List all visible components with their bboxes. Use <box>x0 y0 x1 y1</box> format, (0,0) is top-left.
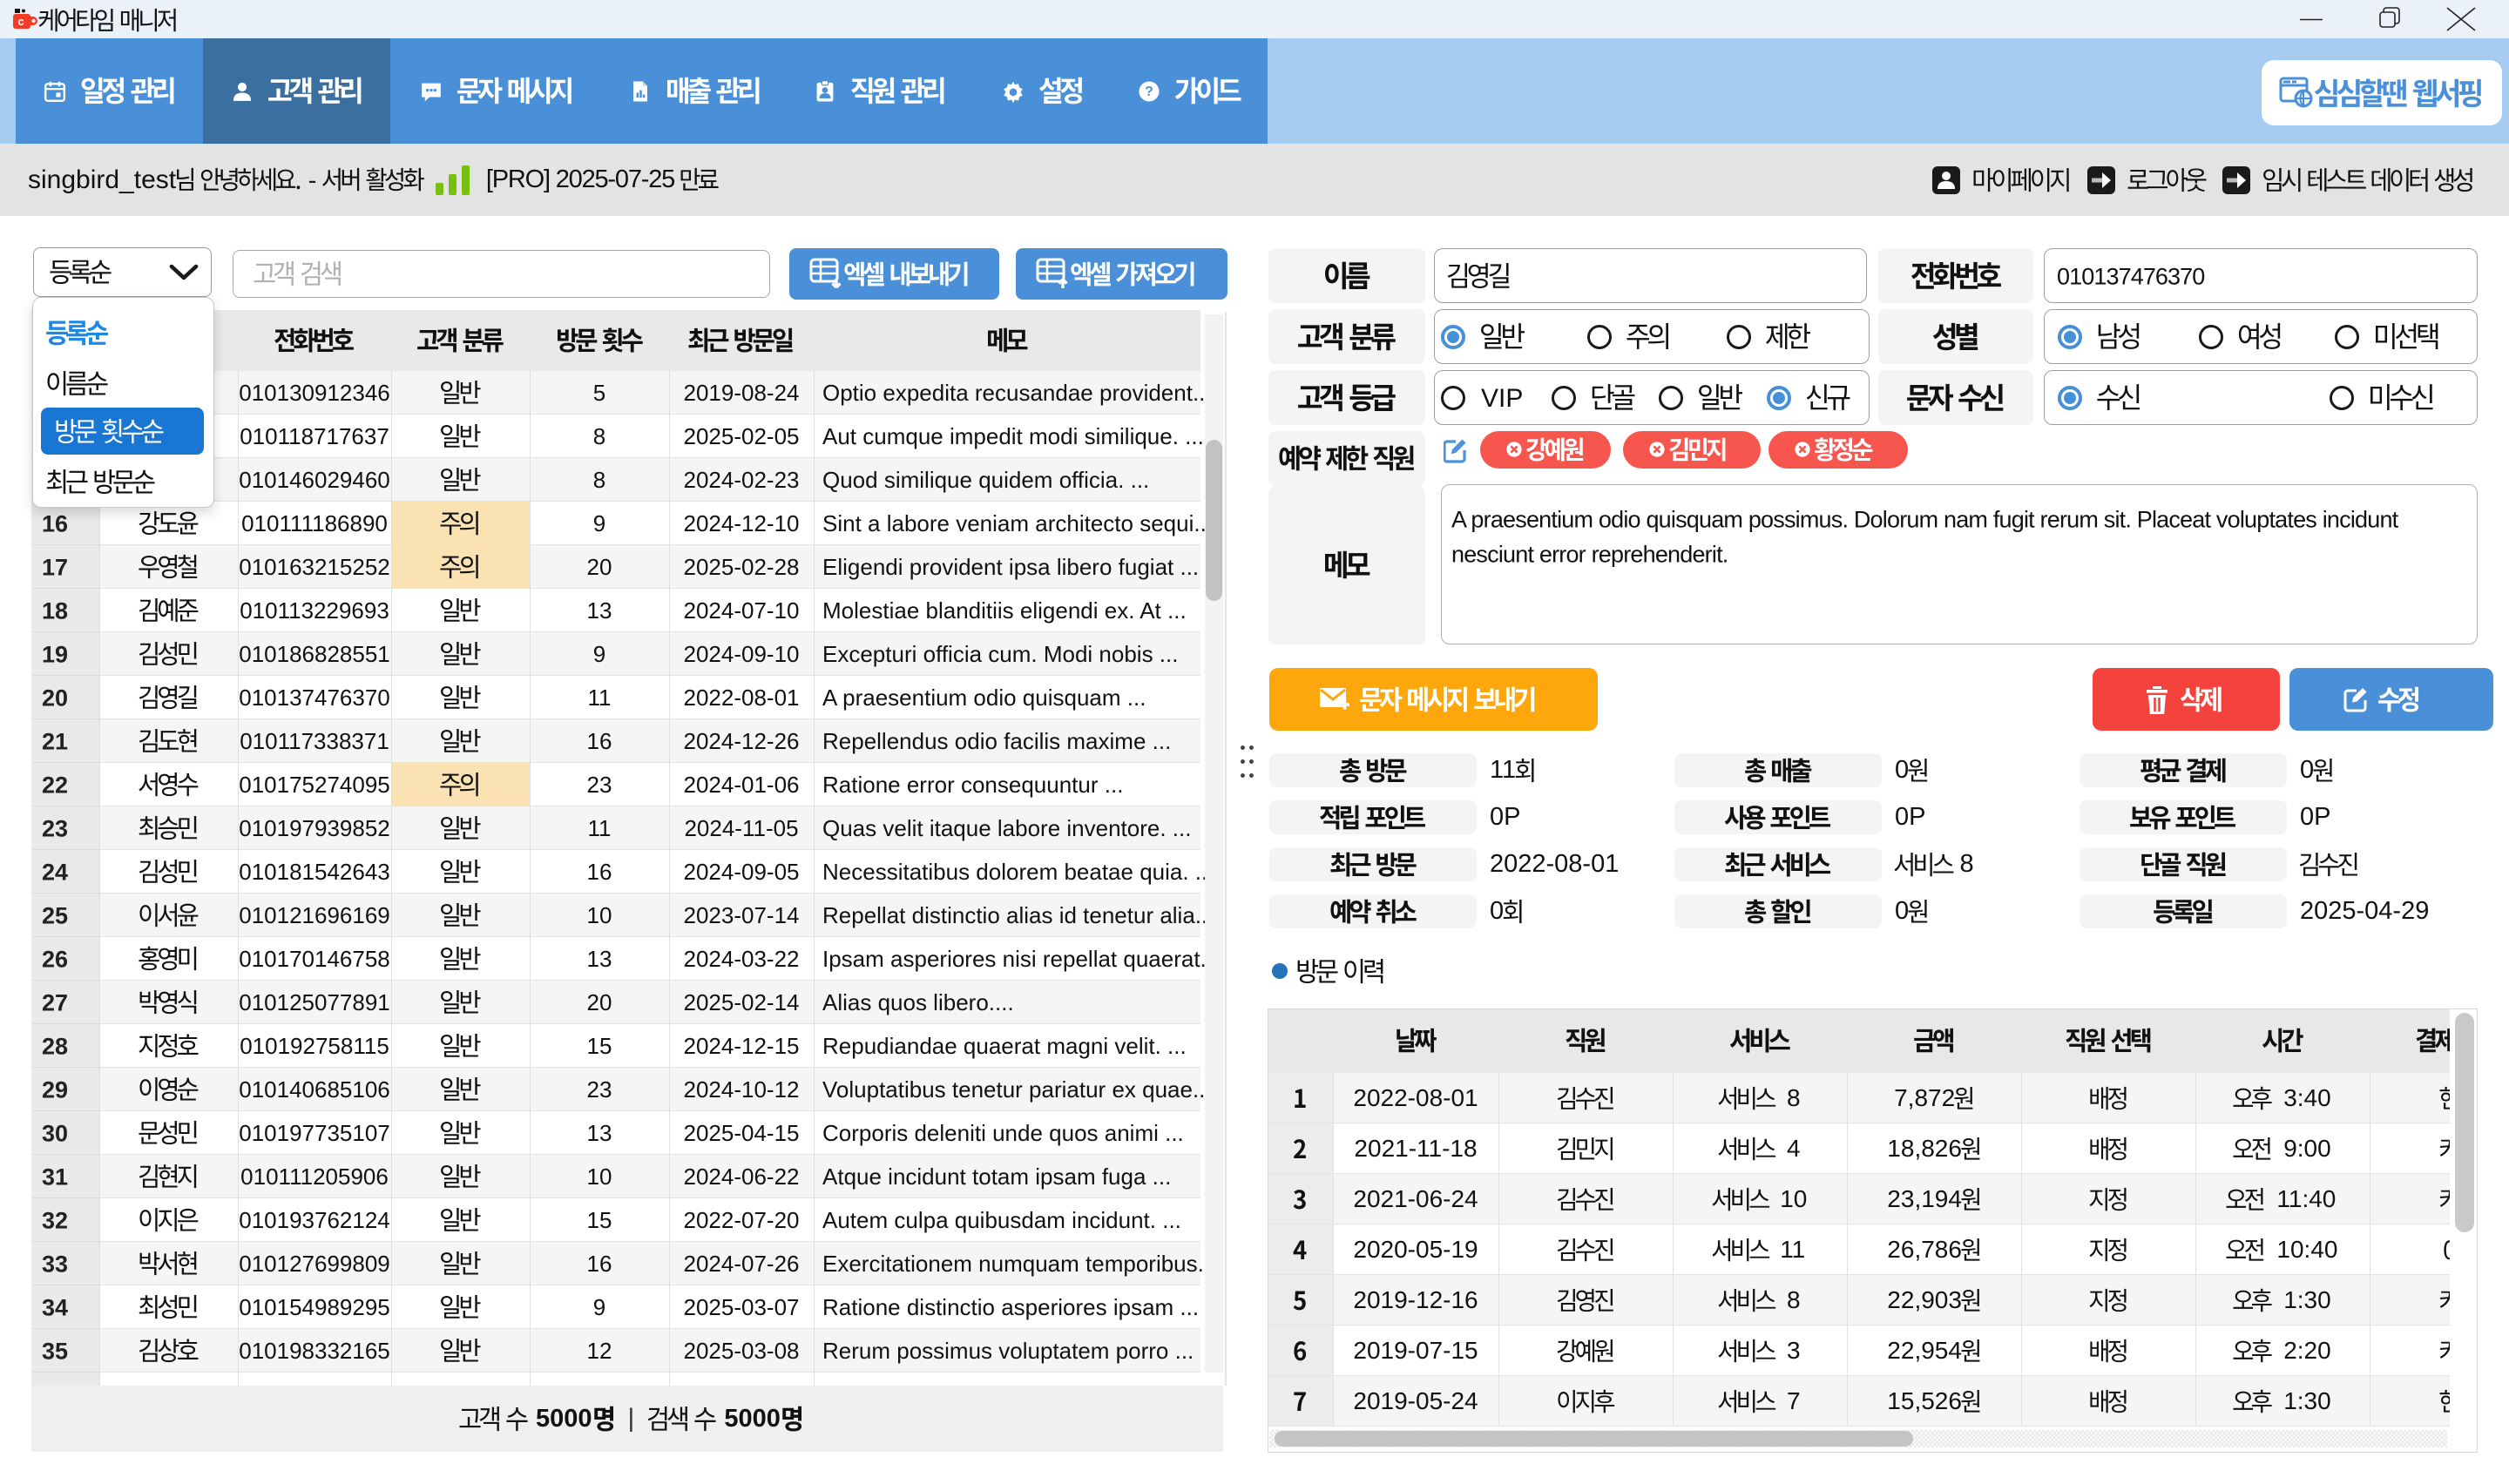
svg-text:c: c <box>17 15 24 28</box>
svg-text:?: ? <box>1145 84 1153 99</box>
